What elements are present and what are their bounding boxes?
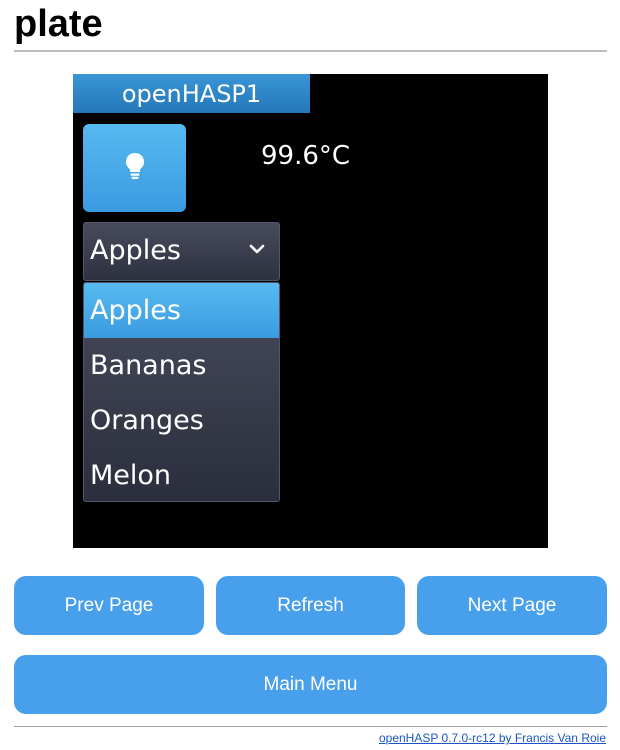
prev-page-button[interactable]: Prev Page bbox=[14, 576, 204, 635]
chevron-down-icon bbox=[249, 242, 265, 260]
main-menu-button[interactable]: Main Menu bbox=[14, 655, 607, 714]
page-title: plate bbox=[14, 3, 103, 45]
dropdown-option-oranges[interactable]: Oranges bbox=[84, 393, 279, 448]
fruit-dropdown[interactable]: Apples bbox=[83, 222, 280, 281]
footer-divider bbox=[14, 726, 607, 727]
dropdown-options-list: Apples Bananas Oranges Melon bbox=[83, 282, 280, 502]
dropdown-option-bananas[interactable]: Bananas bbox=[84, 338, 279, 393]
refresh-button[interactable]: Refresh bbox=[216, 576, 405, 635]
version-link[interactable]: openHASP 0.7.0-rc12 by Francis Van Roie bbox=[379, 731, 606, 745]
dropdown-option-melon[interactable]: Melon bbox=[84, 448, 279, 501]
plate-screen[interactable]: openHASP1 99.6°C Apples Apples Bananas O… bbox=[73, 74, 548, 548]
dropdown-selected-value: Apples bbox=[90, 235, 181, 266]
screen-title-bar: openHASP1 bbox=[73, 74, 310, 113]
dropdown-option-apples[interactable]: Apples bbox=[84, 283, 279, 338]
light-toggle-button[interactable] bbox=[83, 124, 186, 212]
title-divider bbox=[14, 50, 607, 52]
lightbulb-icon bbox=[124, 152, 146, 185]
next-page-button[interactable]: Next Page bbox=[417, 576, 607, 635]
temperature-label: 99.6°C bbox=[261, 141, 351, 171]
